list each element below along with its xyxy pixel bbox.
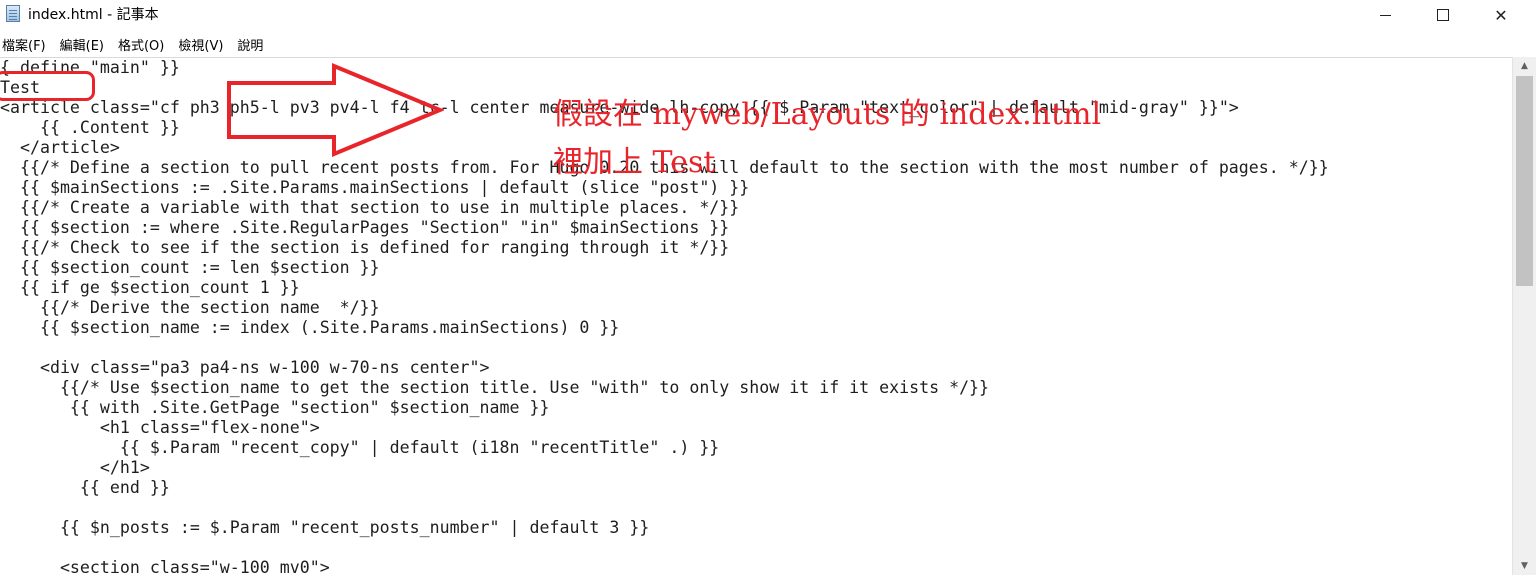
code-line[interactable] xyxy=(0,498,1329,518)
window-title: index.html - 記事本 xyxy=(28,7,159,23)
code-text[interactable]: { define "main" }} Test <article class="cf… xyxy=(0,58,1329,575)
menu-help[interactable]: 說明 xyxy=(235,35,270,54)
menu-bar: 檔案(F) 編輯(E) 格式(O) 檢視(V) 說明 xyxy=(0,32,1536,56)
notepad-icon xyxy=(6,5,20,22)
close-icon: ✕ xyxy=(1494,5,1508,25)
code-line[interactable]: {{ end }} xyxy=(0,478,1329,498)
scroll-thumb[interactable] xyxy=(1516,76,1533,286)
code-line[interactable]: {{ $section_count := len $section }} xyxy=(0,258,1329,278)
code-line[interactable]: {{ with .Site.GetPage "section" $section… xyxy=(0,398,1329,418)
notepad-window: index.html - 記事本 ✕ 檔案(F) 編輯(E) 格式(O) 檢視(… xyxy=(0,0,1536,575)
code-line[interactable]: <div class="pa3 pa4-ns w-100 w-70-ns cen… xyxy=(0,358,1329,378)
close-button[interactable]: ✕ xyxy=(1472,0,1530,30)
code-line[interactable]: {{ if ge $section_count 1 }} xyxy=(0,278,1329,298)
highlight-box xyxy=(0,71,95,101)
minimize-button[interactable] xyxy=(1356,0,1414,30)
code-line[interactable]: {{ $n_posts := $.Param "recent_posts_num… xyxy=(0,518,1329,538)
code-line[interactable]: Test xyxy=(0,78,1329,98)
code-line[interactable]: <h1 class="flex-none"> xyxy=(0,418,1329,438)
maximize-icon xyxy=(1437,9,1449,21)
code-line[interactable]: {{/* Derive the section name */}} xyxy=(0,298,1329,318)
menu-format[interactable]: 格式(O) xyxy=(116,35,171,54)
code-line[interactable] xyxy=(0,338,1329,358)
code-line[interactable]: { define "main" }} xyxy=(0,58,1329,78)
annotation-text-line1: 假設在 myweb/Layouts 的 index.html xyxy=(553,97,1102,132)
minimize-icon xyxy=(1379,14,1391,16)
code-line[interactable]: {{/* Use $section_name to get the sectio… xyxy=(0,378,1329,398)
code-line[interactable]: {{/* Create a variable with that section… xyxy=(0,198,1329,218)
code-line[interactable]: {{/* Check to see if the section is defi… xyxy=(0,238,1329,258)
chevron-down-icon[interactable]: ▼ xyxy=(1513,557,1536,575)
menu-file[interactable]: 檔案(F) xyxy=(0,35,53,54)
annotation-arrow-icon xyxy=(227,63,444,157)
menu-view[interactable]: 檢視(V) xyxy=(176,35,230,54)
annotation-text-line2: 裡加上 Test xyxy=(553,145,716,180)
vertical-scrollbar[interactable]: ▲ ▼ xyxy=(1512,57,1536,575)
code-line[interactable] xyxy=(0,538,1329,558)
code-line[interactable]: <section class="w-100 mv0"> xyxy=(0,558,1329,575)
code-line[interactable]: </h1> xyxy=(0,458,1329,478)
title-bar[interactable]: index.html - 記事本 ✕ xyxy=(0,0,1536,30)
chevron-up-icon[interactable]: ▲ xyxy=(1513,57,1536,75)
menu-edit[interactable]: 編輯(E) xyxy=(58,35,111,54)
code-line[interactable]: {{ $section := where .Site.RegularPages … xyxy=(0,218,1329,238)
code-line[interactable]: {{ $.Param "recent_copy" | default (i18n… xyxy=(0,438,1329,458)
code-line[interactable]: {{ $section_name := index (.Site.Params.… xyxy=(0,318,1329,338)
maximize-button[interactable] xyxy=(1414,0,1472,30)
code-line[interactable]: {{ $mainSections := .Site.Params.mainSec… xyxy=(0,178,1329,198)
